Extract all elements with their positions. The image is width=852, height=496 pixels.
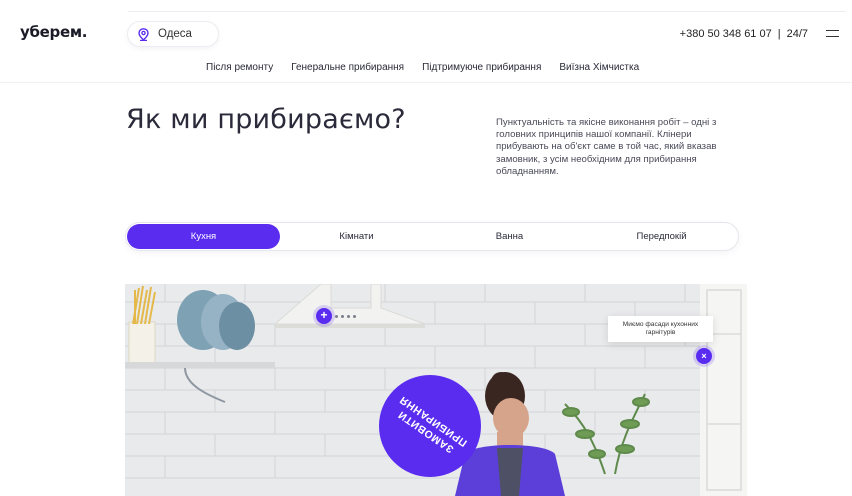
order-cleaning-label: ЗАМОВИТИ ПРИБИРАННЯ (395, 393, 470, 456)
order-cleaning-button[interactable]: ЗАМОВИТИ ПРИБИРАННЯ (379, 375, 481, 477)
top-divider (128, 11, 846, 12)
city-selector[interactable]: Одеса (128, 22, 218, 46)
service-nav: Після ремонту Генеральне прибирання Підт… (206, 62, 639, 73)
nav-item-after-renovation[interactable]: Після ремонту (206, 62, 273, 73)
hotspot-tooltip: Миємо фасади кухонних гарнітурів (608, 316, 713, 342)
menu-icon[interactable] (826, 30, 839, 37)
hotspot-close-button[interactable]: × (696, 348, 712, 364)
page-description: Пунктуальність та якісне виконання робіт… (496, 117, 717, 177)
nav-divider (0, 82, 852, 83)
page-title: Як ми прибираємо? (126, 104, 406, 135)
nav-item-maintenance-cleaning[interactable]: Підтримуюче прибирання (422, 62, 541, 73)
phone-link[interactable]: +380 50 348 61 07 (680, 28, 772, 40)
tab-rooms[interactable]: Кімнати (280, 224, 433, 249)
room-tabs: Кухня Кімнати Ванна Передпокій (126, 223, 738, 250)
logo[interactable]: уберем. (20, 23, 88, 41)
tab-bathroom[interactable]: Ванна (433, 224, 586, 249)
nav-item-dry-cleaning[interactable]: Виїзна Хімчистка (559, 62, 639, 73)
tab-kitchen[interactable]: Кухня (127, 224, 280, 249)
nav-item-general-cleaning[interactable]: Генеральне прибирання (291, 62, 404, 73)
hotspot-plus-button[interactable]: + (316, 308, 332, 324)
hotspot-dots (335, 315, 356, 318)
tab-hallway[interactable]: Передпокій (586, 224, 737, 249)
contact-info: +380 50 348 61 07 | 24/7 (680, 28, 808, 40)
separator: | (777, 28, 781, 40)
city-label: Одеса (158, 28, 192, 40)
hours-label: 24/7 (786, 28, 808, 40)
location-pin-icon (138, 27, 149, 41)
